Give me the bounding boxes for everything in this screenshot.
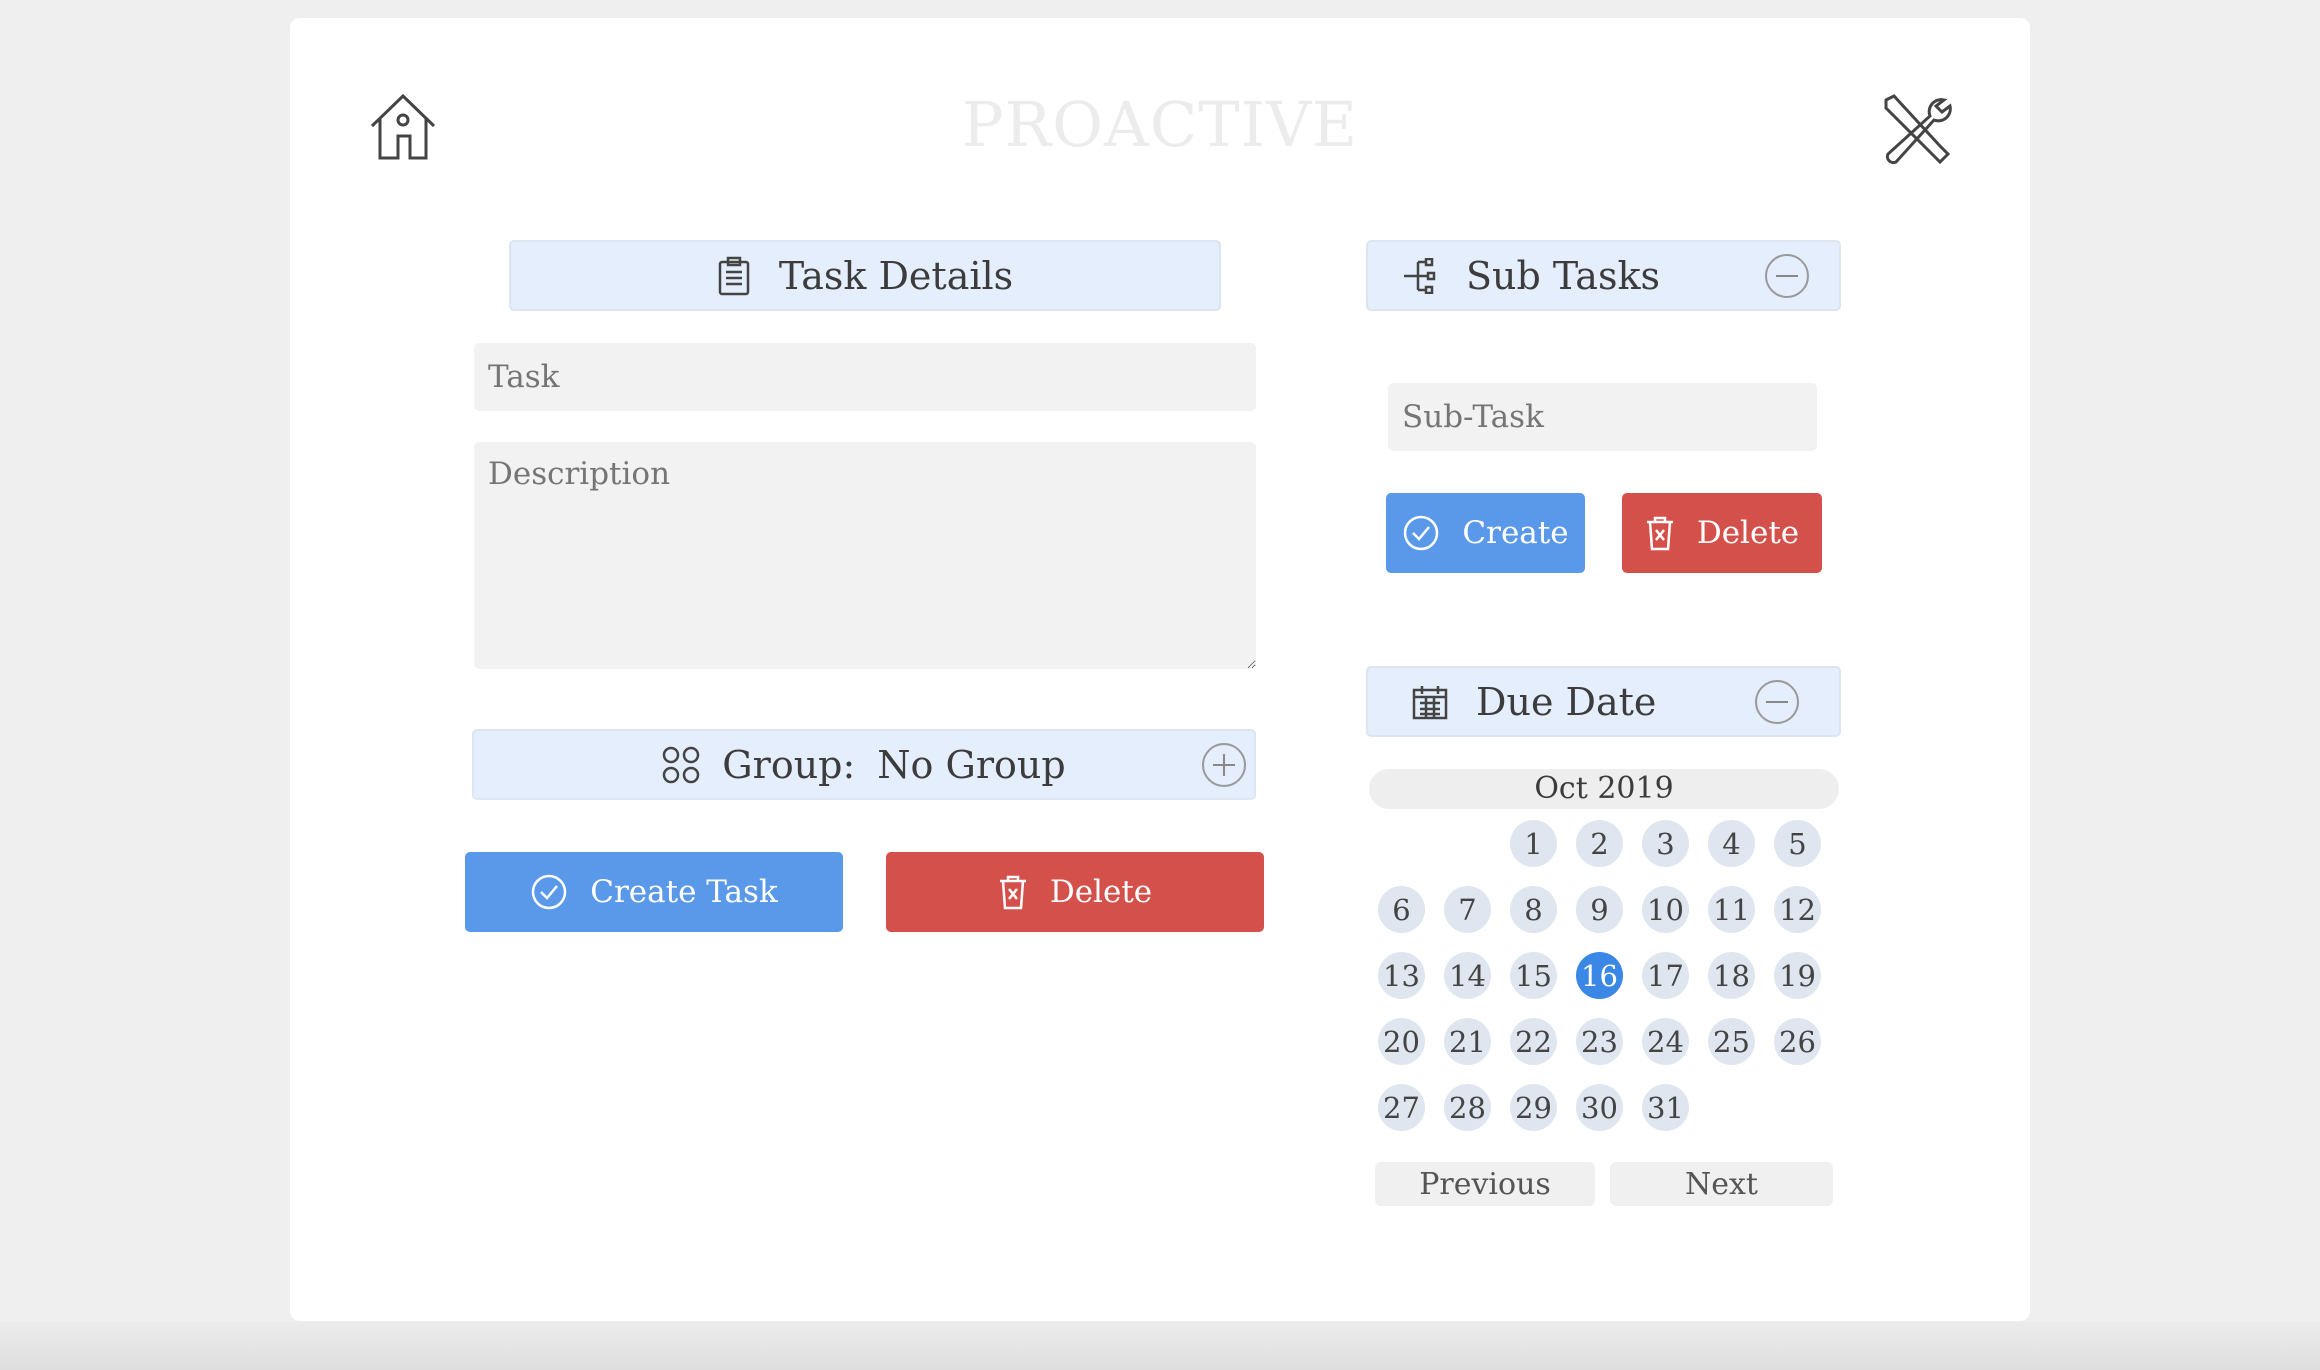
calendar-day[interactable]: 11 xyxy=(1708,886,1755,933)
calendar-day[interactable]: 24 xyxy=(1642,1018,1689,1065)
delete-task-button[interactable]: Delete xyxy=(886,852,1264,932)
calendar-day[interactable]: 20 xyxy=(1378,1018,1425,1065)
due-date-title: Due Date xyxy=(1476,679,1657,724)
calendar-day[interactable]: 12 xyxy=(1774,886,1821,933)
calendar-day[interactable]: 17 xyxy=(1642,952,1689,999)
due-date-header: Due Date xyxy=(1366,666,1841,737)
clipboard-icon xyxy=(718,256,750,295)
badge-check-icon xyxy=(1404,515,1439,551)
delete-subtask-button[interactable]: Delete xyxy=(1622,493,1822,573)
calendar-day[interactable]: 18 xyxy=(1708,952,1755,999)
calendar-day[interactable]: 19 xyxy=(1774,952,1821,999)
trash-icon xyxy=(999,875,1026,910)
calendar-day[interactable]: 25 xyxy=(1708,1018,1755,1065)
group-selector[interactable]: Group: No Group xyxy=(472,729,1256,800)
next-month-button[interactable]: Next xyxy=(1610,1162,1833,1206)
calendar-day[interactable]: 28 xyxy=(1444,1084,1491,1131)
task-details-title: Task Details xyxy=(778,253,1014,298)
calendar-day[interactable]: 13 xyxy=(1378,952,1425,999)
calendar-day[interactable]: 27 xyxy=(1378,1084,1425,1131)
create-subtask-button[interactable]: Create xyxy=(1386,493,1585,573)
group-value: No Group xyxy=(877,742,1066,787)
calendar-month-label: Oct 2019 xyxy=(1369,769,1839,809)
previous-month-button[interactable]: Previous xyxy=(1375,1162,1595,1206)
delete-task-label: Delete xyxy=(1049,874,1153,910)
calendar-day[interactable]: 4 xyxy=(1708,820,1755,867)
sub-tasks-header: Sub Tasks xyxy=(1366,240,1841,311)
calendar-day[interactable]: 21 xyxy=(1444,1018,1491,1065)
app-title: PROACTIVE xyxy=(961,88,1359,161)
calendar-day[interactable]: 3 xyxy=(1642,820,1689,867)
calendar-day[interactable]: 14 xyxy=(1444,952,1491,999)
collapse-due-date-icon[interactable] xyxy=(1755,680,1799,724)
sub-tasks-title: Sub Tasks xyxy=(1466,253,1660,298)
calendar-day[interactable]: 5 xyxy=(1774,820,1821,867)
calendar-day[interactable]: 31 xyxy=(1642,1084,1689,1131)
group-label: Group: xyxy=(722,742,856,787)
calendar-day[interactable]: 2 xyxy=(1576,820,1623,867)
calendar-day[interactable]: 6 xyxy=(1378,886,1425,933)
hierarchy-icon xyxy=(1404,257,1436,294)
calendar-icon xyxy=(1412,685,1448,719)
create-task-button[interactable]: Create Task xyxy=(465,852,843,932)
calendar-day[interactable]: 1 xyxy=(1510,820,1557,867)
badge-check-icon xyxy=(532,874,567,910)
collapse-sub-tasks-icon[interactable] xyxy=(1765,254,1809,298)
trash-icon xyxy=(1646,516,1673,551)
create-subtask-label: Create xyxy=(1462,515,1569,551)
calendar-day[interactable]: 23 xyxy=(1576,1018,1623,1065)
task-input[interactable] xyxy=(474,343,1256,411)
description-textarea[interactable] xyxy=(474,442,1256,669)
add-group-icon[interactable] xyxy=(1202,743,1246,787)
subtask-input[interactable] xyxy=(1388,383,1817,451)
calendar-day[interactable]: 8 xyxy=(1510,886,1557,933)
task-details-header: Task Details xyxy=(509,240,1221,311)
calendar-day[interactable]: 22 xyxy=(1510,1018,1557,1065)
window-bottom-bar xyxy=(0,1321,2320,1370)
calendar-day[interactable]: 9 xyxy=(1576,886,1623,933)
delete-subtask-label: Delete xyxy=(1696,515,1800,551)
calendar-day[interactable]: 10 xyxy=(1642,886,1689,933)
calendar-day[interactable]: 29 xyxy=(1510,1084,1557,1131)
group-icon xyxy=(663,746,700,783)
calendar-day[interactable]: 7 xyxy=(1444,886,1491,933)
calendar-day[interactable]: 15 xyxy=(1510,952,1557,999)
calendar-day[interactable]: 16 xyxy=(1576,952,1623,999)
calendar-day[interactable]: 26 xyxy=(1774,1018,1821,1065)
tools-icon[interactable] xyxy=(1878,92,1954,172)
create-task-label: Create Task xyxy=(590,874,778,910)
calendar-day[interactable]: 30 xyxy=(1576,1084,1623,1131)
